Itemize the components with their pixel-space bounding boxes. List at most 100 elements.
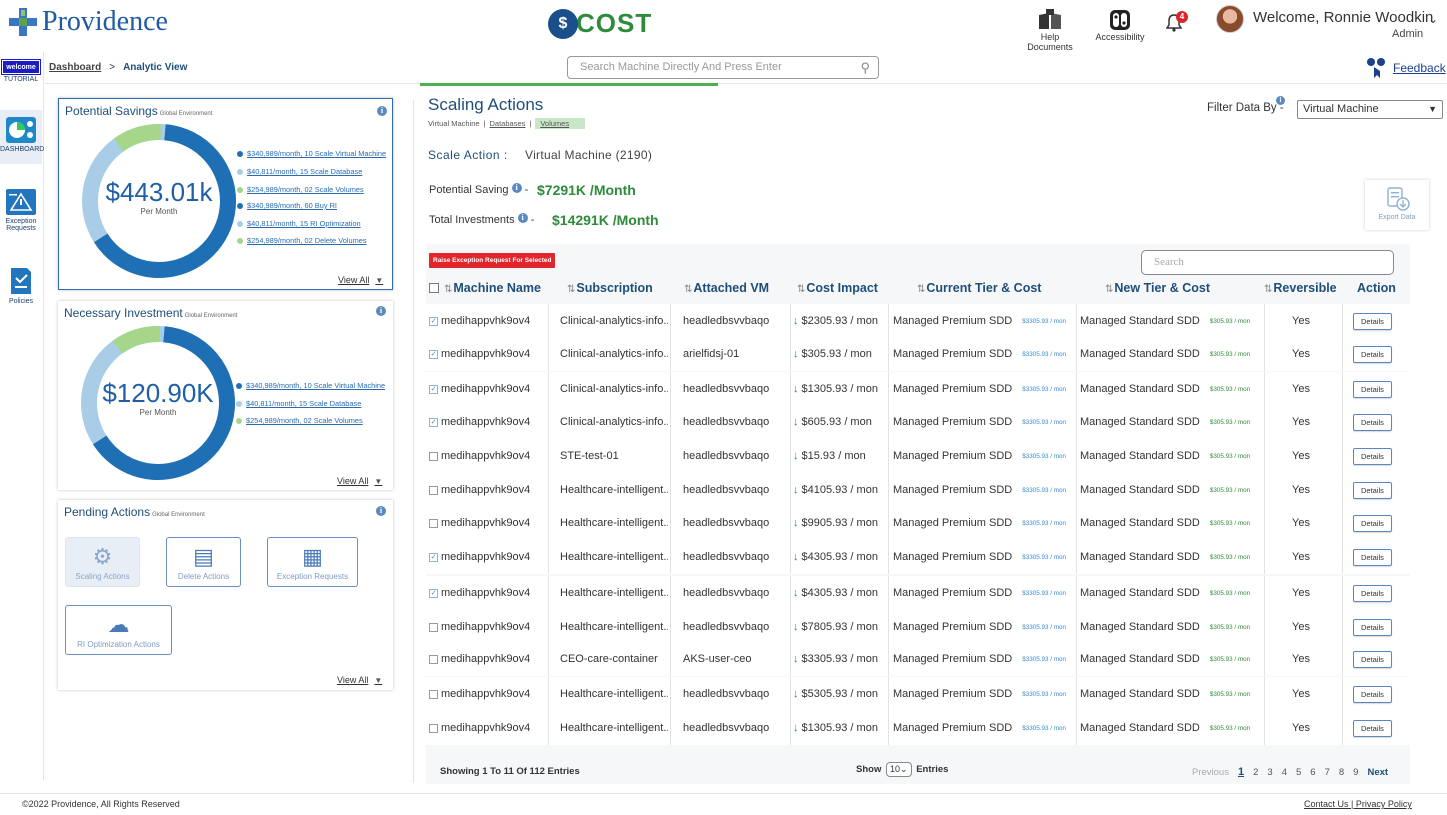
tab-databases[interactable]: Databases: [490, 119, 526, 128]
column-header-attached-vm[interactable]: ⇅Attached VM: [684, 281, 769, 295]
info-icon[interactable]: i: [511, 183, 522, 193]
feedback-link[interactable]: Feedback: [1365, 57, 1446, 79]
previous-page-button[interactable]: Previous: [1192, 767, 1229, 778]
exception-requests-button[interactable]: ▦ Exception Requests: [267, 537, 358, 587]
sidebar-item-exception-requests[interactable]: Exception Requests: [0, 188, 42, 232]
column-label: Reversible: [1273, 281, 1337, 295]
details-button[interactable]: Details: [1353, 548, 1392, 566]
table-search-input[interactable]: Search: [1141, 250, 1394, 275]
details-button[interactable]: Details: [1353, 380, 1392, 398]
info-icon[interactable]: i: [376, 506, 386, 516]
search-input[interactable]: Search Machine Directly And Press Enter …: [567, 56, 879, 79]
page-button[interactable]: 8: [1339, 767, 1344, 778]
export-data-button[interactable]: Export Data: [1365, 180, 1429, 230]
providence-logo[interactable]: Providence: [8, 6, 168, 38]
row-checkbox[interactable]: [429, 622, 438, 632]
legend-item[interactable]: $340,989/month, 10 Scale Virtual Machine: [236, 381, 385, 390]
details-button[interactable]: Details: [1353, 650, 1392, 668]
details-button[interactable]: Details: [1353, 345, 1392, 363]
row-checkbox[interactable]: [429, 689, 438, 699]
details-button[interactable]: Details: [1353, 584, 1392, 602]
next-page-button[interactable]: Next: [1367, 767, 1388, 778]
row-checkbox[interactable]: ✓: [429, 417, 438, 427]
details-button[interactable]: Details: [1353, 481, 1392, 499]
filter-select[interactable]: Virtual Machine ▼: [1297, 100, 1443, 119]
page-button[interactable]: 7: [1325, 767, 1330, 778]
page-button[interactable]: 3: [1267, 767, 1272, 778]
arrow-down-icon: ↓: [793, 450, 799, 462]
column-header-current-tier[interactable]: ⇅Current Tier & Cost: [917, 281, 1041, 295]
view-all-link[interactable]: View All ▼: [337, 675, 382, 685]
accessibility-button[interactable]: Accessibility: [1094, 8, 1146, 42]
legend-item[interactable]: $40,811/month, 15 Scale Database: [237, 167, 362, 176]
sidebar-item-tutorial[interactable]: welcome TUTORIAL: [0, 59, 42, 83]
page-footer: ©2022 Providence, All Rights Reserved Co…: [0, 793, 1447, 815]
row-checkbox[interactable]: [429, 654, 438, 664]
row-checkbox[interactable]: [429, 451, 438, 461]
column-header-reversible[interactable]: ⇅Reversible: [1264, 281, 1337, 295]
details-button[interactable]: Details: [1353, 413, 1392, 431]
details-button[interactable]: Details: [1353, 618, 1392, 636]
legend-item[interactable]: $340,989/month, 60 Buy RI: [237, 201, 337, 210]
info-icon[interactable]: i: [517, 213, 528, 223]
select-all-checkbox[interactable]: [429, 283, 439, 293]
column-header-new-tier[interactable]: ⇅New Tier & Cost: [1105, 281, 1210, 295]
column-divider: [790, 372, 791, 406]
legend-item[interactable]: $254,989/month, 02 Scale Volumes: [237, 185, 364, 194]
column-header-cost-impact[interactable]: ⇅Cost Impact: [797, 281, 878, 295]
breadcrumb-dashboard-link[interactable]: Dashboard: [49, 62, 101, 73]
sort-icon: ⇅: [1264, 284, 1273, 295]
page-button[interactable]: 4: [1282, 767, 1287, 778]
new-tier-cell: Managed Standard SDD $305.93 / mon: [1080, 711, 1262, 745]
current-tier-name: Managed Premium SDD: [893, 383, 1013, 395]
book-icon: [1018, 8, 1082, 32]
scaling-actions-button[interactable]: ⚙ Scaling Actions: [65, 537, 140, 587]
ri-optimization-actions-button[interactable]: ☁ RI Optimization Actions: [65, 605, 172, 655]
row-checkbox[interactable]: ✓: [429, 349, 438, 359]
sidebar-item-dashboard[interactable]: DASHBOARD: [0, 110, 44, 164]
row-checkbox[interactable]: [429, 723, 438, 733]
details-button[interactable]: Details: [1353, 447, 1392, 465]
column-header-subscription[interactable]: ⇅Subscription: [567, 281, 653, 295]
row-checkbox[interactable]: ✓: [429, 384, 438, 394]
avatar[interactable]: [1216, 5, 1244, 33]
page-button[interactable]: 6: [1310, 767, 1315, 778]
details-button[interactable]: Details: [1353, 719, 1392, 737]
info-icon[interactable]: i: [376, 306, 386, 316]
legend-item[interactable]: $40,811/month, 15 Scale Database: [236, 399, 361, 408]
help-documents-button[interactable]: Help Documents: [1018, 8, 1082, 52]
tab-volumes[interactable]: Volumes: [535, 118, 586, 129]
row-checkbox[interactable]: ✓: [429, 588, 438, 598]
page-button[interactable]: 1: [1238, 766, 1244, 778]
column-header-machine-name[interactable]: ⇅Machine Name: [444, 281, 541, 295]
legend-item[interactable]: $254,989/month, 02 Scale Volumes: [236, 416, 363, 425]
details-button[interactable]: Details: [1353, 312, 1392, 330]
details-button[interactable]: Details: [1353, 514, 1392, 532]
row-checkbox[interactable]: ✓: [429, 316, 438, 326]
cost-impact-cell: ↓ $4305.93 / mon: [793, 576, 887, 610]
tab-virtual-machine[interactable]: Virtual Machine: [428, 119, 480, 128]
page-button[interactable]: 2: [1253, 767, 1258, 778]
page-button[interactable]: 5: [1296, 767, 1301, 778]
view-all-link[interactable]: View All ▼: [337, 476, 382, 486]
raise-exception-button[interactable]: Raise Exception Request For Selected: [429, 253, 556, 268]
row-checkbox[interactable]: ✓: [429, 552, 438, 562]
view-all-link[interactable]: View All ▼: [338, 275, 383, 285]
legend-item[interactable]: $340,989/month, 10 Scale Virtual Machine: [237, 149, 386, 158]
row-checkbox[interactable]: [429, 485, 438, 495]
machine-name: medihappvhk9ov4: [441, 416, 531, 428]
delete-actions-button[interactable]: ▤ Delete Actions: [166, 537, 241, 587]
page-button[interactable]: 9: [1353, 767, 1358, 778]
sidebar-item-policies[interactable]: Policies: [0, 266, 42, 305]
legend-item[interactable]: $254,989/month, 02 Delete Volumes: [237, 236, 367, 245]
search-icon[interactable]: ⚲: [860, 60, 870, 76]
row-checkbox[interactable]: [429, 518, 438, 528]
current-tier-cell: Managed Premium SDD $3305.93 / mon: [893, 372, 1075, 406]
info-icon[interactable]: i: [377, 106, 387, 116]
details-button[interactable]: Details: [1353, 685, 1392, 703]
page-size-select[interactable]: 10⌄: [885, 762, 912, 777]
footer-links[interactable]: Contact Us | Privacy Policy: [1304, 799, 1412, 809]
chevron-down-icon[interactable]: ⌄: [1428, 12, 1438, 26]
card-title: Potential Savings Global Environment: [65, 104, 212, 118]
legend-item[interactable]: $40,811/month, 15 RI Optimization: [237, 219, 361, 228]
